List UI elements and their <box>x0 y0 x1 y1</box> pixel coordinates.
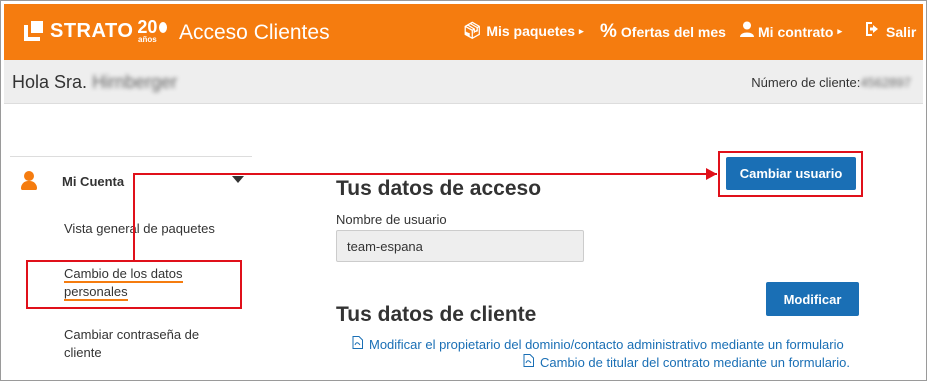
app-title: Acceso Clientes <box>179 21 330 44</box>
sidebar-divider <box>10 156 252 157</box>
sidebar-item-cambio-datos-personales[interactable]: Cambio de los datos personales <box>64 265 214 301</box>
logo-text: STRATO <box>50 19 134 42</box>
nav-ofertas-del-mes[interactable]: % Ofertas del mes <box>600 21 726 43</box>
percent-icon: % <box>600 21 617 42</box>
caret-right-icon: ▸ <box>579 25 584 36</box>
link-modify-domain-owner-form[interactable]: Modificar el propietario del dominio/con… <box>352 336 844 352</box>
top-navigation-bar: STRATO 20 años Acceso Clientes 📦︎ Mis pa… <box>4 4 923 60</box>
redacted-customer-name: Hirnberger <box>92 72 178 92</box>
nav-salir-label: Salir <box>886 23 917 40</box>
pdf-icon <box>352 336 363 352</box>
username-label: Nombre de usuario <box>336 212 447 227</box>
nav-mis-paquetes[interactable]: 📦︎ Mis paquetes ▸ <box>462 21 584 41</box>
logout-icon <box>864 21 882 42</box>
nav-mi-contrato[interactable]: Mi contrato ▸ <box>740 21 842 42</box>
greeting-bar: Hola Sra. Hirnberger Número de cliente:4… <box>4 60 923 104</box>
username-field[interactable]: team-espana <box>336 230 584 262</box>
client-number: Número de cliente:4562897 <box>751 75 911 90</box>
anniversary-badge: 20 años <box>137 17 158 44</box>
mi-cuenta-label: Mi Cuenta <box>62 173 125 189</box>
redacted-client-number: 4562897 <box>860 75 911 90</box>
user-icon <box>740 21 754 42</box>
package-icon: 📦︎ <box>462 23 483 40</box>
annotation-arrow-icon <box>706 168 717 180</box>
person-icon <box>20 171 38 191</box>
access-data-title: Tus datos de acceso <box>336 177 542 200</box>
nav-mis-paquetes-label: Mis paquetes <box>486 23 576 39</box>
change-user-button[interactable]: Cambiar usuario <box>726 157 856 190</box>
caret-right-icon: ▸ <box>837 26 842 36</box>
strato-logo[interactable]: STRATO 20 años <box>24 17 168 44</box>
chevron-down-icon[interactable] <box>232 176 244 183</box>
balloon-icon <box>159 21 168 33</box>
pdf-icon <box>523 354 534 370</box>
sidebar-item-vista-general[interactable]: Vista general de paquetes <box>64 220 215 238</box>
annotation-connector-horizontal <box>133 173 717 175</box>
link-change-contract-holder-form[interactable]: Cambio de titular del contrato mediante … <box>523 354 850 370</box>
nav-salir[interactable]: Salir <box>864 21 916 42</box>
sidebar-item-cambiar-contrasena[interactable]: Cambiar contraseña de cliente <box>64 326 224 362</box>
modify-button[interactable]: Modificar <box>766 282 859 316</box>
nav-ofertas-label: Ofertas del mes <box>620 24 726 40</box>
annotation-connector-vertical <box>133 173 135 261</box>
strato-logo-mark-icon <box>24 19 44 43</box>
client-data-title: Tus datos de cliente <box>336 303 537 326</box>
nav-mi-contrato-label: Mi contrato <box>758 23 834 40</box>
greeting: Hola Sra. Hirnberger <box>12 72 178 92</box>
